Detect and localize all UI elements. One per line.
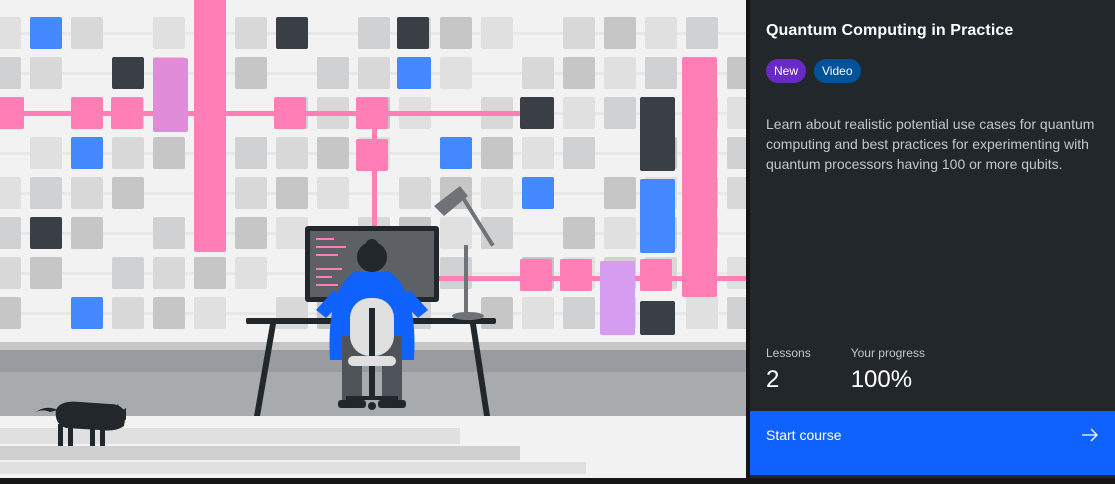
lessons-count: 2 [766, 366, 780, 393]
lessons-label: Lessons [766, 346, 811, 360]
arrow-right-icon [1082, 428, 1098, 442]
course-description: Learn about realistic potential use case… [766, 116, 1095, 172]
quantum-circuit-illustration [0, 0, 746, 478]
course-details-panel: Quantum Computing in Practice New Video … [750, 0, 1115, 478]
start-course-label: Start course [766, 427, 842, 443]
course-card: Quantum Computing in Practice New Video … [0, 0, 1115, 484]
progress-stat: Your progress 100% [851, 346, 925, 394]
progress-label: Your progress [850, 346, 925, 360]
start-course-button[interactable]: Start course [750, 411, 1115, 475]
progress-value: 100% [850, 366, 913, 393]
lessons-stat: Lessons 2 [766, 346, 811, 394]
tag-list: New Video [766, 59, 861, 83]
course-title: Quantum Computing in Practice [766, 22, 1014, 39]
course-illustration [0, 0, 746, 478]
new-tag: New [766, 59, 807, 83]
course-stats: Lessons 2 Your progress 100% [766, 346, 925, 394]
video-tag: Video [814, 59, 861, 83]
